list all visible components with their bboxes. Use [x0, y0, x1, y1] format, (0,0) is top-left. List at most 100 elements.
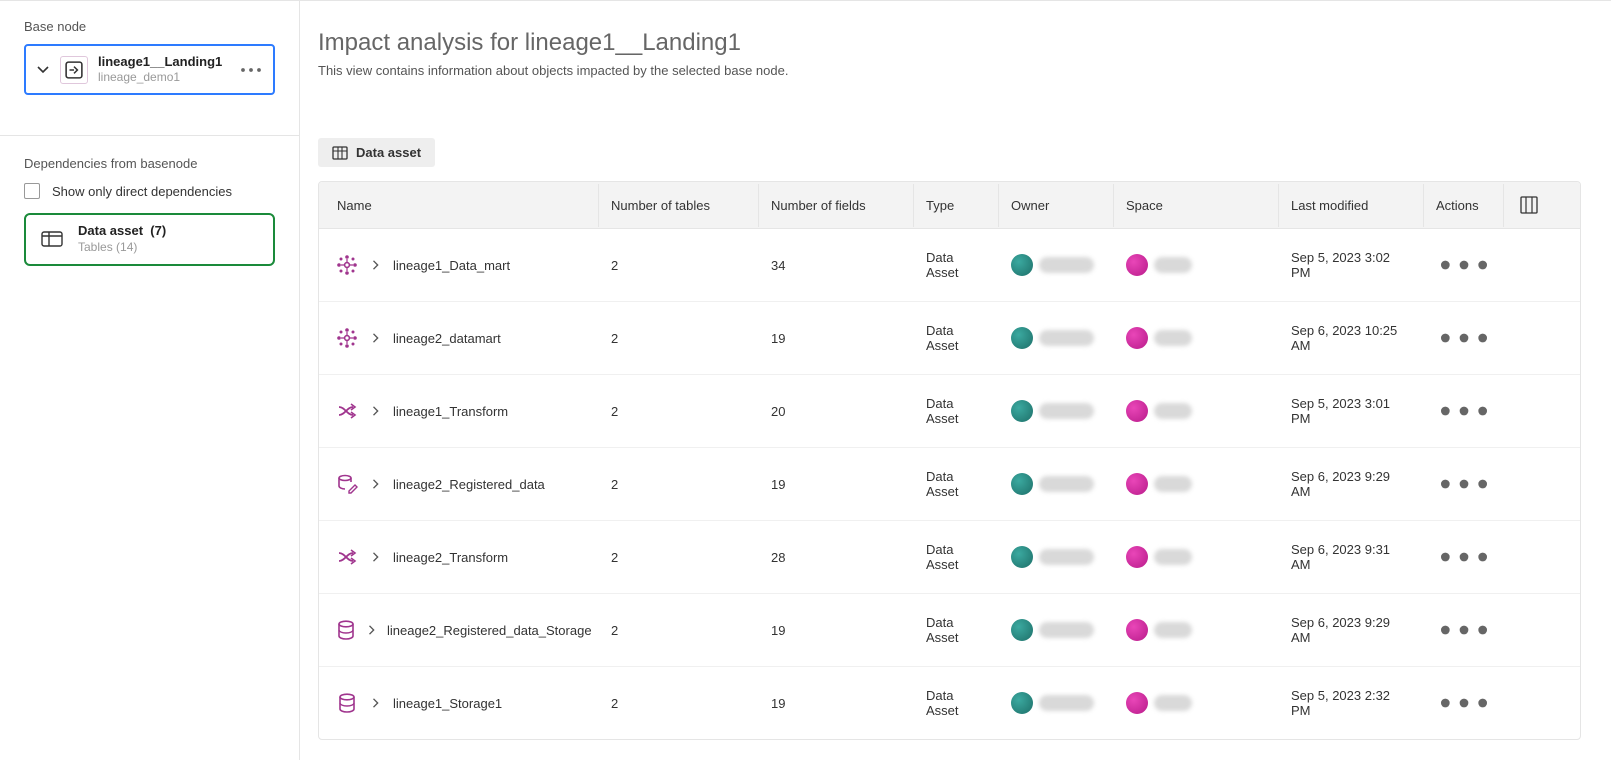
table-row[interactable]: lineage1_Data_mart 234Data Asset Sep 5, 20… — [319, 229, 1580, 302]
table-row[interactable]: lineage1_Transform220Data AssetSep 5, 20… — [319, 375, 1580, 448]
row-modified: Sep 6, 2023 9:29 AM — [1279, 461, 1424, 507]
row-fields: 34 — [759, 250, 914, 281]
dependency-subtitle: Tables (14) — [78, 240, 166, 256]
storage-icon — [335, 691, 359, 715]
row-space — [1114, 465, 1279, 503]
row-modified: Sep 5, 2023 3:01 PM — [1279, 388, 1424, 434]
table-row[interactable]: lineage2_Registered_data219Data AssetSep… — [319, 448, 1580, 521]
row-name: lineage1_Data_mart — [393, 258, 510, 273]
row-name: lineage2_Transform — [393, 550, 508, 565]
table-row[interactable]: lineage2_datamart 219Data Asset Sep 6, 202… — [319, 302, 1580, 375]
row-fields: 28 — [759, 542, 914, 573]
table-row[interactable]: lineage2_Registered_data_Storage219Data … — [319, 594, 1580, 667]
avatar-icon — [1126, 327, 1148, 349]
page-description: This view contains information about obj… — [318, 63, 1581, 78]
row-actions-button[interactable] — [1424, 667, 1504, 739]
row-name: lineage1_Storage1 — [393, 696, 502, 711]
th-actions: Actions — [1424, 184, 1504, 227]
row-owner — [999, 684, 1114, 722]
mart-icon — [335, 253, 359, 277]
transform-icon — [335, 399, 359, 423]
avatar-icon — [1011, 327, 1033, 349]
row-owner — [999, 611, 1114, 649]
main-content: Impact analysis for lineage1__Landing1 T… — [300, 1, 1611, 760]
row-modified: Sep 5, 2023 2:32 PM — [1279, 680, 1424, 726]
dependency-data-asset-card[interactable]: Data asset (7) Tables (14) — [24, 213, 275, 265]
row-actions-button[interactable] — [1424, 375, 1504, 447]
row-owner — [999, 538, 1114, 576]
sidebar: Base node lineage1__Landing1 lineage_dem… — [0, 1, 300, 760]
row-fields: 19 — [759, 323, 914, 354]
row-type: Data Asset — [914, 388, 999, 434]
row-actions-button[interactable] — [1424, 302, 1504, 374]
page-title: Impact analysis for lineage1__Landing1 — [318, 29, 1581, 57]
row-tables: 2 — [599, 469, 759, 500]
th-fields[interactable]: Number of fields — [759, 184, 914, 227]
avatar-icon — [1011, 546, 1033, 568]
column-settings-button[interactable] — [1504, 182, 1554, 228]
chevron-right-icon[interactable] — [369, 550, 383, 564]
more-actions-button[interactable] — [239, 58, 263, 82]
th-tables[interactable]: Number of tables — [599, 184, 759, 227]
checkbox-icon — [24, 183, 40, 199]
row-tables: 2 — [599, 688, 759, 719]
row-tables: 2 — [599, 323, 759, 354]
th-type[interactable]: Type — [914, 184, 999, 227]
avatar-icon — [1011, 619, 1033, 641]
row-modified: Sep 6, 2023 10:25 AM — [1279, 315, 1424, 361]
base-node-name: lineage1__Landing1 — [98, 54, 229, 70]
table-row[interactable]: lineage2_Transform228Data AssetSep 6, 20… — [319, 521, 1580, 594]
row-actions-button[interactable] — [1424, 521, 1504, 593]
avatar-icon — [1011, 254, 1033, 276]
chevron-right-icon[interactable] — [369, 477, 383, 491]
row-type: Data Asset — [914, 242, 999, 288]
row-tables: 2 — [599, 396, 759, 427]
transform-icon — [335, 545, 359, 569]
chevron-right-icon[interactable] — [369, 404, 383, 418]
chevron-right-icon[interactable] — [367, 623, 377, 637]
base-node-card[interactable]: lineage1__Landing1 lineage_demo1 — [24, 44, 275, 95]
row-tables: 2 — [599, 615, 759, 646]
avatar-icon — [1126, 254, 1148, 276]
row-name: lineage2_datamart — [393, 331, 501, 346]
row-owner — [999, 319, 1114, 357]
avatar-icon — [1126, 692, 1148, 714]
direct-dependencies-checkbox[interactable]: Show only direct dependencies — [24, 183, 275, 199]
row-owner — [999, 392, 1114, 430]
chevron-right-icon[interactable] — [369, 258, 383, 272]
row-fields: 19 — [759, 688, 914, 719]
avatar-icon — [1126, 546, 1148, 568]
row-modified: Sep 5, 2023 3:02 PM — [1279, 242, 1424, 288]
row-tables: 2 — [599, 542, 759, 573]
th-name[interactable]: Name — [319, 184, 599, 227]
avatar-icon — [1011, 473, 1033, 495]
chevron-right-icon[interactable] — [369, 696, 383, 710]
row-actions-button[interactable] — [1424, 594, 1504, 666]
th-modified[interactable]: Last modified — [1279, 184, 1424, 227]
row-space — [1114, 611, 1279, 649]
chevron-down-icon[interactable] — [36, 64, 50, 76]
divider — [0, 135, 299, 136]
avatar-icon — [1011, 692, 1033, 714]
row-type: Data Asset — [914, 680, 999, 726]
avatar-icon — [1126, 400, 1148, 422]
row-name: lineage2_Registered_data — [393, 477, 545, 492]
row-space — [1114, 392, 1279, 430]
row-actions-button[interactable] — [1424, 448, 1504, 520]
th-owner[interactable]: Owner — [999, 184, 1114, 227]
base-node-label: Base node — [24, 19, 275, 34]
base-node-subtitle: lineage_demo1 — [98, 70, 229, 85]
th-space[interactable]: Space — [1114, 184, 1279, 227]
register-icon — [335, 472, 359, 496]
row-tables: 2 — [599, 250, 759, 281]
row-actions-button[interactable] — [1424, 229, 1504, 301]
row-name: lineage1_Transform — [393, 404, 508, 419]
table-row[interactable]: lineage1_Storage1 219Data Asset Sep 5, 202… — [319, 667, 1580, 739]
filter-chip-data-asset[interactable]: Data asset — [318, 138, 435, 167]
table-header: Name Number of tables Number of fields T… — [319, 182, 1580, 229]
row-type: Data Asset — [914, 315, 999, 361]
chevron-right-icon[interactable] — [369, 331, 383, 345]
avatar-icon — [1126, 473, 1148, 495]
filter-chip-label: Data asset — [356, 145, 421, 160]
row-type: Data Asset — [914, 607, 999, 653]
